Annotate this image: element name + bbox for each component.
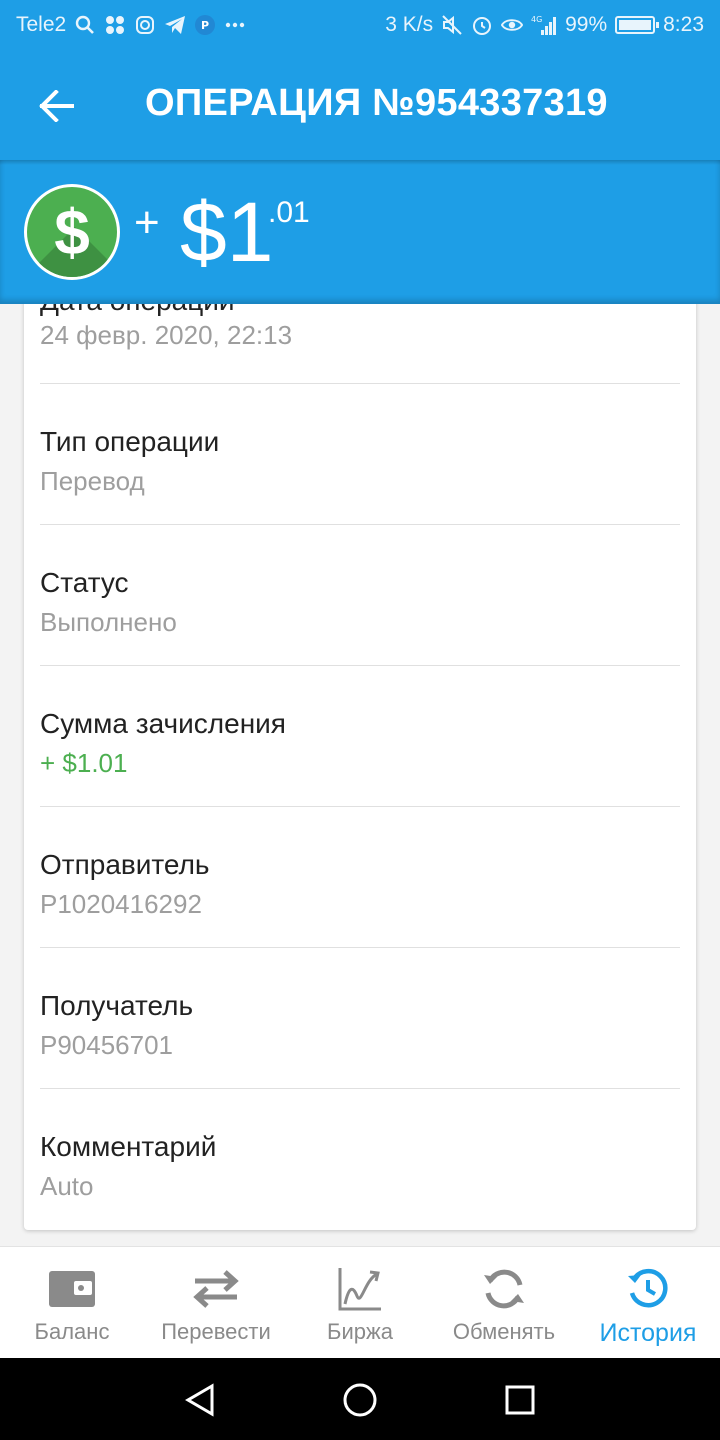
nav-label: Перевести (161, 1319, 271, 1344)
nav-history[interactable]: История (576, 1247, 720, 1359)
nav-swap[interactable]: Обменять (432, 1247, 576, 1359)
dollar-icon: $ (24, 184, 120, 280)
detail-row-status: Статус Выполнено (40, 525, 680, 666)
battery-percent: 99% (565, 13, 608, 36)
status-bar: Tele2 P 3 K/s 4G 99% 8:23 (0, 0, 720, 52)
system-recents-button[interactable] (498, 1378, 542, 1422)
clock: 8:23 (663, 13, 704, 36)
detail-value: Auto (40, 1171, 94, 1201)
detail-label: Комментарий (40, 1131, 217, 1162)
eye-icon (501, 14, 524, 36)
system-navigation-bar (0, 1358, 720, 1440)
back-button[interactable] (28, 80, 84, 132)
operation-details-card: Дата операции 24 февр. 2020, 22:13 Тип о… (24, 240, 696, 1230)
history-icon (622, 1265, 674, 1313)
alarm-icon (471, 14, 493, 36)
detail-value[interactable]: P1020416292 (40, 889, 202, 920)
svg-text:4G: 4G (531, 15, 542, 24)
circle-home-icon (343, 1383, 377, 1417)
wallet-icon (46, 1265, 98, 1313)
detail-value: 24 февр. 2020, 22:13 (40, 320, 293, 350)
detail-row-amount: Сумма зачисления + $1.01 (40, 666, 680, 807)
detail-row-recipient: Получатель P90456701 (40, 948, 680, 1089)
svg-text:P: P (201, 19, 209, 32)
detail-value[interactable]: P90456701 (40, 1030, 173, 1061)
detail-label: Получатель (40, 990, 194, 1021)
carrier-name: Tele2 (16, 13, 67, 36)
detail-label: Отправитель (40, 849, 210, 880)
payeer-icon: P (194, 14, 216, 36)
nav-exchange-market[interactable]: Биржа (288, 1247, 432, 1359)
exchange-icon (478, 1265, 530, 1313)
triangle-back-icon (185, 1383, 214, 1417)
system-back-button[interactable] (178, 1378, 222, 1422)
system-home-button[interactable] (338, 1378, 382, 1422)
page-title: ОПЕРАЦИЯ №954337319 (145, 82, 608, 124)
amount-main: $1 (180, 185, 274, 279)
more-notifications-icon (224, 14, 246, 36)
detail-row-sender: Отправитель P1020416292 (40, 807, 680, 948)
amount-header: $ + $1 .01 (0, 160, 720, 304)
detail-value: Перевод (40, 466, 145, 496)
nav-transfer[interactable]: Перевести (144, 1247, 288, 1359)
nav-label: Биржа (327, 1319, 393, 1344)
detail-value: + $1.01 (40, 748, 128, 778)
amount-cents: .01 (268, 196, 310, 229)
instagram-icon (134, 14, 156, 36)
detail-label: Сумма зачисления (40, 708, 286, 739)
bottom-navigation: Баланс Перевести Биржа Обменять История (0, 1246, 720, 1358)
amount-sign: + (134, 198, 160, 247)
detail-label: Статус (40, 567, 129, 598)
mute-icon (441, 14, 463, 36)
arrow-back-icon (39, 90, 74, 122)
transfer-icon (190, 1265, 242, 1313)
detail-label: Тип операции (40, 426, 220, 457)
apps-icon (104, 14, 126, 36)
search-icon (74, 14, 96, 36)
signal-icon: 4G (531, 14, 557, 36)
chart-icon (334, 1265, 386, 1313)
network-speed: 3 K/s (385, 13, 434, 36)
telegram-icon (164, 14, 186, 36)
square-recents-icon (505, 1385, 535, 1415)
battery-icon (615, 16, 660, 34)
nav-label: Обменять (452, 1319, 556, 1344)
detail-row-type: Тип операции Перевод (40, 384, 680, 525)
nav-label: История (599, 1319, 697, 1347)
app-bar: ОПЕРАЦИЯ №954337319 (0, 52, 720, 160)
detail-row-comment: Комментарий Auto (40, 1089, 680, 1230)
detail-value: Выполнено (40, 607, 177, 637)
nav-balance[interactable]: Баланс (0, 1247, 144, 1359)
nav-label: Баланс (34, 1319, 110, 1344)
